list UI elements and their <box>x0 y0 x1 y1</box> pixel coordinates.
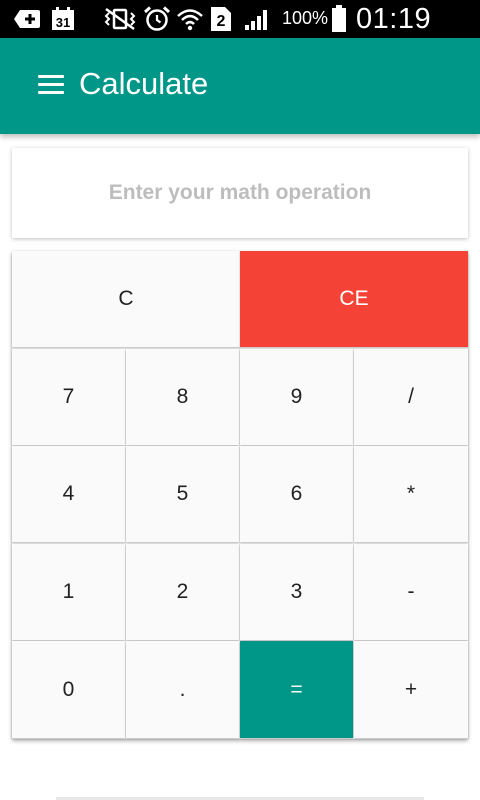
math-operation-input[interactable] <box>12 148 468 238</box>
key-4[interactable]: 4 <box>12 446 125 542</box>
key-decimal[interactable]: . <box>126 641 239 738</box>
vibrate-icon <box>103 6 137 32</box>
key-divide[interactable]: / <box>354 349 468 445</box>
app-bar: Calculate <box>0 38 480 134</box>
key-6[interactable]: 6 <box>240 446 353 542</box>
svg-text:31: 31 <box>56 15 70 30</box>
signal-icon <box>243 6 271 32</box>
battery-icon <box>330 5 348 32</box>
key-3[interactable]: 3 <box>240 544 353 640</box>
key-8[interactable]: 8 <box>126 349 239 445</box>
key-multiply[interactable]: * <box>354 446 468 542</box>
add-box-icon <box>12 6 42 32</box>
key-9[interactable]: 9 <box>240 349 353 445</box>
calculator-keypad: C CE 7 8 9 / 4 5 6 * 1 2 3 - 0 . = + <box>12 251 468 739</box>
key-2[interactable]: 2 <box>126 544 239 640</box>
sim-icon: 2 <box>210 6 232 32</box>
key-0[interactable]: 0 <box>12 641 125 738</box>
wifi-icon <box>175 6 205 32</box>
math-input-card <box>12 148 468 238</box>
calendar-icon: 31 <box>50 6 76 32</box>
clear-entry-button[interactable]: CE <box>240 251 468 347</box>
key-5[interactable]: 5 <box>126 446 239 542</box>
key-1[interactable]: 1 <box>12 544 125 640</box>
key-7[interactable]: 7 <box>12 349 125 445</box>
clear-button[interactable]: C <box>12 251 240 347</box>
app-title: Calculate <box>79 66 209 101</box>
battery-percent: 100% <box>282 8 329 28</box>
key-minus[interactable]: - <box>354 544 468 640</box>
hamburger-menu-icon[interactable] <box>36 72 66 96</box>
key-plus[interactable]: + <box>354 641 468 738</box>
alarm-icon <box>143 6 171 32</box>
equals-button[interactable]: = <box>240 641 353 738</box>
status-bar: 31 2 100% 01:19 AM <box>0 0 480 68</box>
svg-text:2: 2 <box>217 13 226 30</box>
